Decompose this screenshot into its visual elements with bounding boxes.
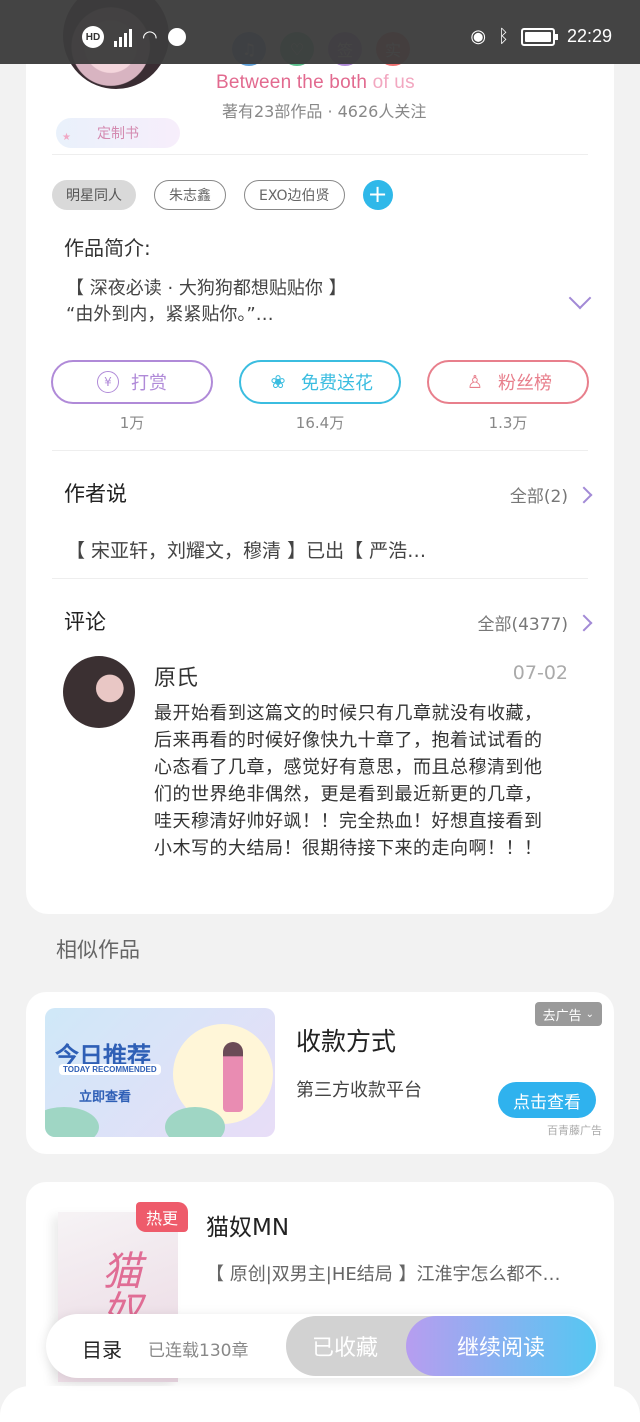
comments-more-label: 全部(4377) bbox=[477, 615, 568, 635]
author-says-text[interactable]: 【 宋亚轩，刘耀文，穆清 】已出【 严浩… bbox=[66, 536, 426, 563]
send-flower-label: 免费送花 bbox=[301, 373, 373, 394]
ad-view-button[interactable]: 点击查看 bbox=[498, 1082, 596, 1118]
divider bbox=[52, 450, 588, 451]
comment-text[interactable]: 最开始看到这篇文的时候只有几章就没有收藏，后来再看的时候好像快九十章了，抱着试试… bbox=[154, 700, 554, 862]
hd-icon: HD bbox=[82, 26, 104, 48]
send-flower-button[interactable]: ❀ 免费送花 bbox=[239, 360, 401, 404]
wifi-icon: ◠ bbox=[142, 26, 158, 48]
bluetooth-icon: ᛒ bbox=[498, 26, 509, 46]
remove-ad-label: 去广告 bbox=[542, 1008, 582, 1024]
commenter-avatar[interactable] bbox=[63, 656, 135, 728]
ad-banner-cta: 立即查看 bbox=[79, 1090, 132, 1105]
chevron-right-icon bbox=[575, 614, 593, 631]
ad-subtitle: 第三方收款平台 bbox=[296, 1080, 422, 1101]
tag-list: 明星同人 朱志鑫 EXO边伯贤 + bbox=[52, 180, 393, 210]
remove-ad-button[interactable]: 去广告 ⌄ bbox=[534, 1002, 602, 1026]
author-stats: 著有23部作品 · 4626人关注 bbox=[222, 102, 427, 121]
bottom-safe-area bbox=[0, 1386, 640, 1422]
flower-count: 16.4万 bbox=[295, 414, 345, 432]
comments-title: 评论 bbox=[64, 610, 106, 634]
comment-date: 07-02 bbox=[512, 662, 568, 684]
clock: 22:29 bbox=[566, 26, 612, 46]
flower-icon: ❀ bbox=[270, 371, 286, 393]
fan-user-icon: ♙ bbox=[466, 371, 484, 393]
add-tag-button[interactable]: + bbox=[362, 180, 393, 210]
author-says-title: 作者说 bbox=[64, 482, 127, 506]
intro-line: 【 深夜必读 · 大狗狗都想贴贴你 】 bbox=[66, 278, 347, 299]
battery-icon bbox=[520, 27, 558, 46]
intro-line: “由外到内，紧紧贴你。”… bbox=[66, 304, 274, 325]
tag-category[interactable]: 明星同人 bbox=[52, 180, 136, 210]
book-description: 【 原创|双男主|HE结局 】江淮宇怎么都不… bbox=[206, 1264, 561, 1285]
ad-card[interactable]: 今日推荐 TODAY RECOMMENDED 立即查看 收款方式 第三方收款平台… bbox=[26, 992, 614, 1154]
tag-item[interactable]: EXO边伯贤 bbox=[244, 180, 345, 210]
bottom-action-bar: 目录 已连载130章 已收藏 继续阅读 bbox=[46, 1314, 598, 1378]
eye-icon: ◉ bbox=[470, 26, 487, 46]
custom-book-button[interactable]: 定制书 bbox=[56, 118, 180, 148]
ad-bush-shape bbox=[45, 1107, 99, 1137]
ad-source: 百青藤广告 bbox=[547, 1124, 602, 1137]
ad-banner-image[interactable]: 今日推荐 TODAY RECOMMENDED 立即查看 bbox=[45, 1008, 275, 1137]
fan-ranking-button[interactable]: ♙ 粉丝榜 bbox=[427, 360, 589, 404]
author-name[interactable]: Between the both of us bbox=[216, 72, 415, 94]
chevron-right-icon bbox=[575, 486, 593, 503]
divider bbox=[52, 154, 588, 155]
intro-text[interactable]: 【 深夜必读 · 大狗狗都想贴贴你 】 “由外到内，紧紧贴你。”… bbox=[66, 276, 556, 328]
reward-label: 打赏 bbox=[131, 373, 167, 394]
status-bar: HD ◠ ◉ ᛒ 22:29 bbox=[0, 0, 640, 64]
author-says-more-link[interactable]: 全部(2) bbox=[509, 482, 593, 507]
reward-button[interactable]: ¥ 打赏 bbox=[51, 360, 213, 404]
chapter-count: 已连载130章 bbox=[148, 1341, 249, 1361]
fan-count: 1.3万 bbox=[488, 414, 528, 432]
ad-figure bbox=[223, 1042, 243, 1112]
continue-reading-button[interactable]: 继续阅读 bbox=[406, 1316, 596, 1376]
hot-update-badge: 热更 bbox=[136, 1202, 188, 1232]
divider bbox=[52, 578, 588, 579]
fan-ranking-label: 粉丝榜 bbox=[498, 373, 552, 394]
signal-icon bbox=[114, 27, 132, 47]
vpn-icon bbox=[167, 28, 186, 46]
tag-item[interactable]: 朱志鑫 bbox=[154, 180, 226, 210]
ad-title: 收款方式 bbox=[296, 1027, 397, 1056]
reward-count: 1万 bbox=[119, 414, 145, 432]
intro-title: 作品简介: bbox=[64, 236, 151, 260]
catalog-button[interactable]: 目录 bbox=[82, 1334, 122, 1363]
comments-more-link[interactable]: 全部(4377) bbox=[477, 610, 593, 635]
chevron-down-icon: ⌄ bbox=[585, 1008, 594, 1020]
author-says-more-label: 全部(2) bbox=[509, 487, 568, 507]
book-title[interactable]: 猫奴MN bbox=[206, 1208, 289, 1242]
ad-banner-subtitle: TODAY RECOMMENDED bbox=[59, 1064, 161, 1075]
yen-icon: ¥ bbox=[97, 371, 119, 393]
similar-works-title: 相似作品 bbox=[56, 938, 140, 962]
commenter-name[interactable]: 原氏 bbox=[154, 660, 198, 692]
